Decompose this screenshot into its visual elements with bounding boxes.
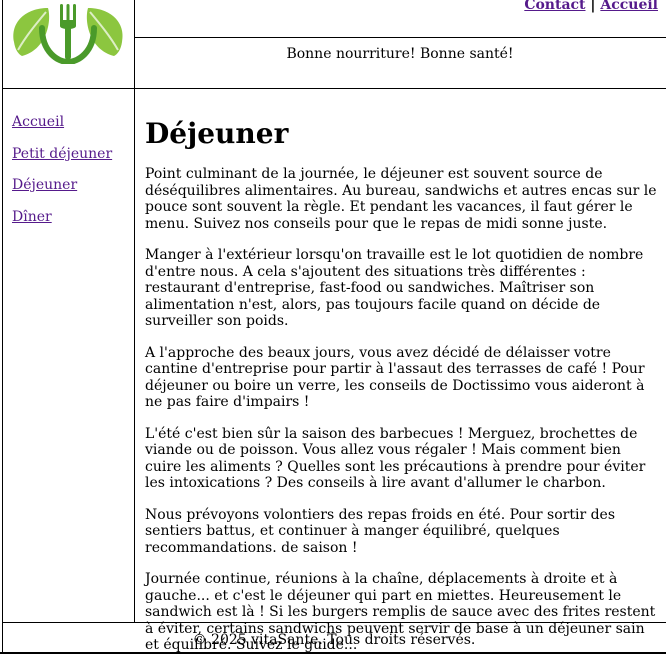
nav-link-contact[interactable]: Contact xyxy=(524,0,585,13)
header-divider xyxy=(134,37,666,38)
paragraph: Nous prévoyons volontiers des repas froi… xyxy=(145,506,616,556)
logo[interactable] xyxy=(8,2,128,66)
page-title: Déjeuner xyxy=(145,117,289,150)
sidebar-item-dejeuner[interactable]: Déjeuner xyxy=(12,176,112,194)
left-border xyxy=(2,0,3,654)
footer-copyright: © 2025 vitaSante. Tous droits réservés. xyxy=(192,632,476,648)
sidebar-item-accueil[interactable]: Accueil xyxy=(12,113,112,131)
column-divider xyxy=(134,0,135,622)
nav-separator: | xyxy=(590,0,596,13)
main-content: Déjeuner Point culminant de la journée, … xyxy=(145,118,657,654)
paragraph: Manger à l'extérieur lorsqu'on travaille… xyxy=(145,247,644,329)
paragraph: L'été c'est bien sûr la saison des barbe… xyxy=(145,425,646,492)
tagline: Bonne nourriture! Bonne santé! xyxy=(286,46,514,62)
header-bottom-border xyxy=(2,88,666,89)
top-nav: Contact | Accueil xyxy=(524,0,658,13)
page: Contact | Accueil Bonne nourriture! Bonn… xyxy=(0,0,666,654)
sidebar: Accueil Petit déjeuner Déjeuner Dîner xyxy=(12,113,112,239)
paragraph: Point culminant de la journée, le déjeun… xyxy=(145,166,657,232)
nav-link-accueil[interactable]: Accueil xyxy=(600,0,658,13)
fork-and-leaves-logo-icon xyxy=(13,4,123,66)
paragraph: A l'approche des beaux jours, vous avez … xyxy=(145,344,645,411)
sidebar-item-petit-dejeuner[interactable]: Petit déjeuner xyxy=(12,145,112,163)
sidebar-item-diner[interactable]: Dîner xyxy=(12,208,112,226)
